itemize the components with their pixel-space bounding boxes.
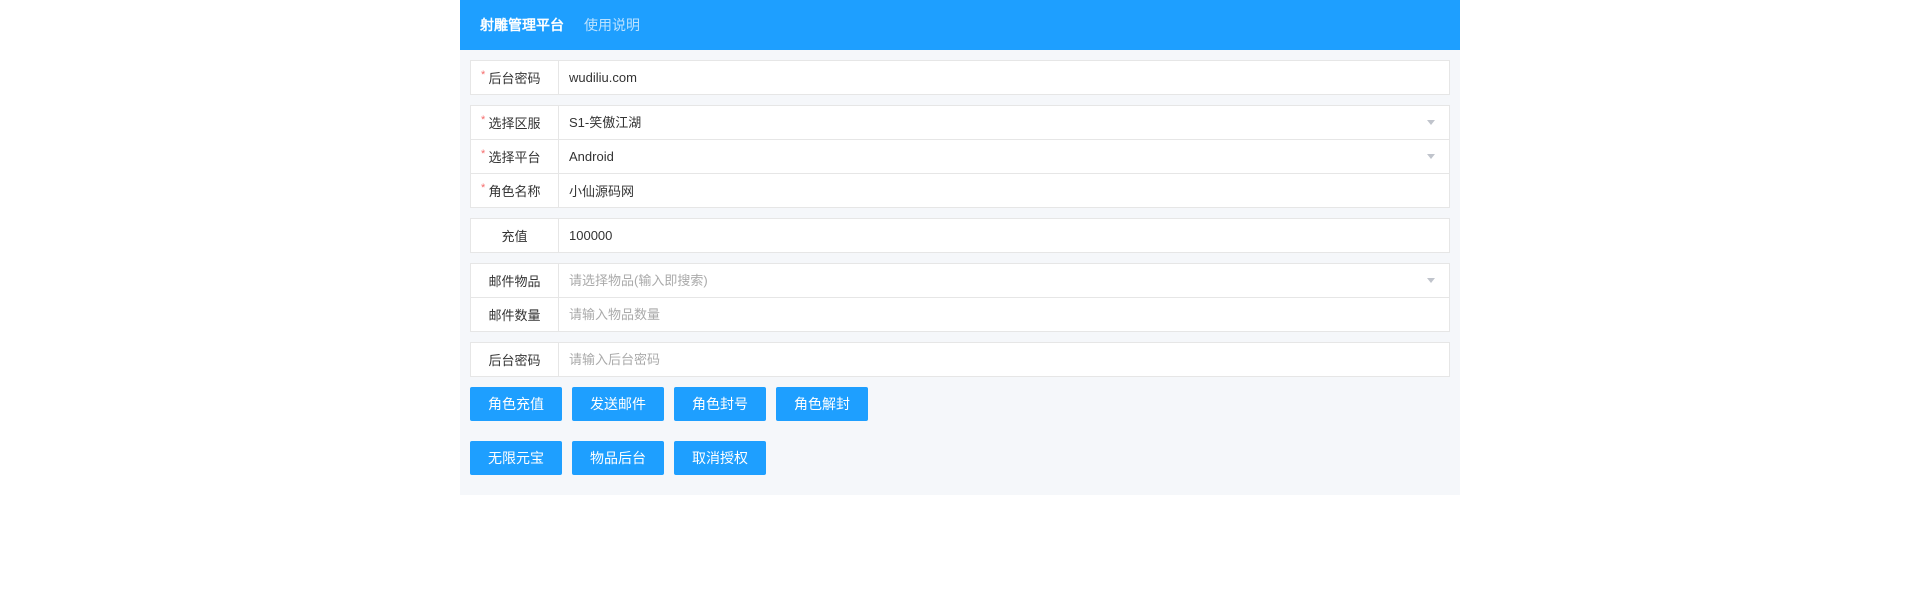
row-server: 选择区服 S1-笑傲江湖	[470, 105, 1450, 140]
header-bar: 射雕管理平台 使用说明	[460, 0, 1460, 50]
label-recharge: 充值	[471, 219, 559, 252]
value-role-name[interactable]	[559, 174, 1449, 207]
app-title: 射雕管理平台	[480, 15, 564, 35]
help-link[interactable]: 使用说明	[584, 15, 640, 35]
value-confirm-password[interactable]	[559, 343, 1449, 376]
input-confirm-password[interactable]	[569, 345, 1439, 375]
row-mail-qty: 邮件数量	[470, 297, 1450, 332]
select-mail-item-placeholder: 请选择物品(输入即搜索)	[569, 266, 1427, 296]
label-server: 选择区服	[471, 106, 559, 139]
item-admin-button[interactable]: 物品后台	[572, 441, 664, 475]
input-role-name[interactable]	[569, 176, 1439, 206]
label-platform: 选择平台	[471, 140, 559, 173]
input-recharge[interactable]	[569, 221, 1439, 251]
ban-role-button[interactable]: 角色封号	[674, 387, 766, 421]
select-mail-item[interactable]: 请选择物品(输入即搜索)	[559, 264, 1449, 297]
chevron-down-icon	[1427, 154, 1435, 159]
value-admin-password[interactable]	[559, 61, 1449, 94]
row-confirm-password: 后台密码	[470, 342, 1450, 377]
row-mail-item: 邮件物品 请选择物品(输入即搜索)	[470, 263, 1450, 298]
label-admin-password: 后台密码	[471, 61, 559, 94]
input-mail-qty[interactable]	[569, 300, 1439, 330]
row-role-name: 角色名称	[470, 173, 1450, 208]
value-mail-qty[interactable]	[559, 298, 1449, 331]
select-server[interactable]: S1-笑傲江湖	[559, 106, 1449, 139]
group-confirm-password: 后台密码	[460, 342, 1460, 377]
chevron-down-icon	[1427, 120, 1435, 125]
row-recharge: 充值	[470, 218, 1450, 253]
label-role-name: 角色名称	[471, 174, 559, 207]
select-platform-value: Android	[569, 142, 1427, 172]
revoke-auth-button[interactable]: 取消授权	[674, 441, 766, 475]
group-admin-password: 后台密码	[460, 60, 1460, 95]
recharge-button[interactable]: 角色充值	[470, 387, 562, 421]
label-mail-item: 邮件物品	[471, 264, 559, 297]
input-admin-password[interactable]	[569, 63, 1439, 93]
unban-role-button[interactable]: 角色解封	[776, 387, 868, 421]
group-mail: 邮件物品 请选择物品(输入即搜索) 邮件数量	[460, 263, 1460, 332]
group-recharge: 充值	[460, 218, 1460, 253]
send-mail-button[interactable]: 发送邮件	[572, 387, 664, 421]
select-platform[interactable]: Android	[559, 140, 1449, 173]
button-row-1: 角色充值 发送邮件 角色封号 角色解封	[460, 377, 1460, 421]
select-server-value: S1-笑傲江湖	[569, 108, 1427, 138]
button-row-2: 无限元宝 物品后台 取消授权	[460, 421, 1460, 475]
unlimited-gold-button[interactable]: 无限元宝	[470, 441, 562, 475]
main-panel: 射雕管理平台 使用说明 后台密码 选择区服 S1-笑傲江湖 选择平台 Andro…	[460, 0, 1460, 495]
label-confirm-password: 后台密码	[471, 343, 559, 376]
chevron-down-icon	[1427, 278, 1435, 283]
value-recharge[interactable]	[559, 219, 1449, 252]
label-mail-qty: 邮件数量	[471, 298, 559, 331]
group-role-info: 选择区服 S1-笑傲江湖 选择平台 Android 角色名称	[460, 105, 1460, 208]
row-platform: 选择平台 Android	[470, 139, 1450, 174]
row-admin-password: 后台密码	[470, 60, 1450, 95]
